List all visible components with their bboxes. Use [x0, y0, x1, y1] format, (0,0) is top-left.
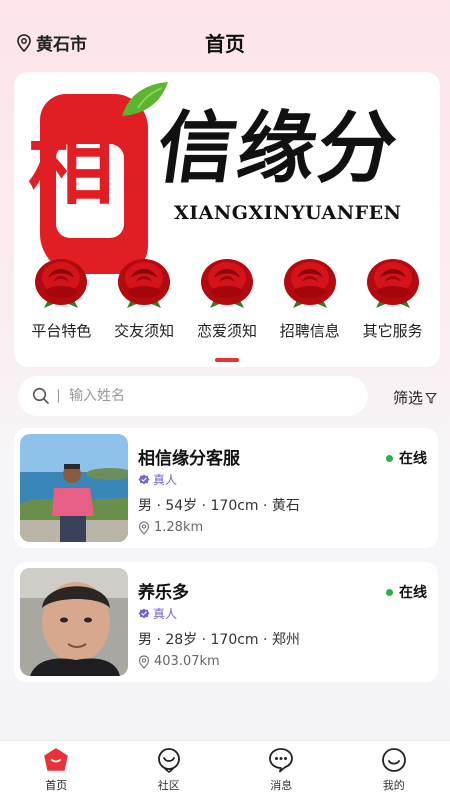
search-divider — [58, 389, 59, 403]
search-bar — [18, 376, 368, 416]
tab-profile[interactable]: 我的 — [338, 741, 450, 800]
page-title: 首页 — [205, 32, 245, 56]
status-label: 在线 — [399, 451, 427, 467]
user-card[interactable]: 相信缘分客服 真人 男 · 54岁 · 170cm · 黄石 1.28km 在线 — [14, 428, 438, 548]
menu-label: 平台特色 — [31, 322, 92, 340]
search-input[interactable] — [69, 388, 329, 404]
profile-icon — [381, 748, 406, 772]
feature-menu: 平台特色 交友须知 恋爱须知 招聘信息 其它服务 — [14, 252, 440, 341]
menu-item-love-notice[interactable]: 恋爱须知 — [187, 252, 267, 341]
tab-label: 我的 — [382, 779, 405, 792]
menu-label: 交友须知 — [114, 322, 175, 340]
brand-pinyin: XIANGXINYUANFEN — [174, 202, 402, 224]
menu-label: 恋爱须知 — [196, 322, 257, 340]
rose-icon — [35, 259, 88, 308]
menu-label: 招聘信息 — [279, 322, 340, 340]
user-details: 男 · 54岁 · 170cm · 黄石 — [138, 498, 300, 514]
verified-badge: 真人 — [138, 471, 177, 488]
distance-value: 403.07km — [154, 654, 220, 669]
verified-label: 真人 — [153, 473, 178, 487]
verified-badge: 真人 — [138, 605, 177, 622]
menu-item-platform-features[interactable]: 平台特色 — [21, 252, 101, 341]
page-indicator — [215, 358, 239, 362]
location-pin-icon — [138, 654, 150, 669]
menu-item-other-services[interactable]: 其它服务 — [353, 252, 433, 341]
online-dot — [386, 454, 393, 462]
user-name: 养乐多 — [138, 583, 189, 603]
community-icon — [157, 748, 180, 773]
menu-item-recruitment[interactable]: 招聘信息 — [270, 252, 350, 341]
message-icon — [269, 748, 294, 773]
tab-label: 消息 — [270, 779, 293, 792]
tab-bar: 首页 社区 消息 我的 — [0, 740, 450, 800]
menu-label: 其它服务 — [362, 322, 423, 340]
online-dot — [386, 588, 393, 596]
user-details: 男 · 28岁 · 170cm · 郑州 — [138, 632, 300, 648]
user-photo-image — [20, 568, 128, 676]
tab-home[interactable]: 首页 — [0, 741, 113, 800]
filter-button[interactable]: 筛选 — [393, 387, 437, 408]
tab-messages[interactable]: 消息 — [225, 741, 338, 800]
tab-label: 社区 — [157, 779, 180, 792]
online-status: 在线 — [386, 448, 427, 468]
header: 黄石市 首页 — [0, 0, 450, 70]
user-card[interactable]: 养乐多 真人 男 · 28岁 · 170cm · 郑州 403.07km 在线 — [14, 562, 438, 682]
user-photo — [20, 568, 128, 676]
rose-icon — [283, 259, 336, 308]
user-distance: 403.07km — [138, 654, 220, 669]
tab-community[interactable]: 社区 — [113, 741, 226, 800]
user-photo — [20, 434, 128, 542]
banner-card: 相 信缘分 XIANGXINYUANFEN 平台特色 交友须知 恋爱须知 招聘信… — [14, 72, 440, 367]
verified-icon — [138, 608, 150, 618]
search-icon — [32, 387, 49, 404]
user-name: 相信缘分客服 — [138, 449, 240, 469]
home-icon — [44, 748, 68, 771]
brand-seal-char: 相 — [28, 116, 114, 217]
menu-item-dating-notice[interactable]: 交友须知 — [104, 252, 184, 341]
filter-label: 筛选 — [393, 389, 424, 407]
rose-icon — [200, 259, 253, 308]
user-distance: 1.28km — [138, 520, 203, 535]
status-label: 在线 — [399, 585, 427, 601]
verified-icon — [138, 474, 150, 484]
location-pin-icon — [138, 520, 150, 535]
brand-title: 信缘分 — [151, 103, 405, 194]
user-photo-image — [20, 434, 128, 542]
verified-label: 真人 — [153, 607, 178, 621]
distance-value: 1.28km — [154, 520, 204, 535]
filter-icon — [425, 392, 437, 404]
online-status: 在线 — [386, 582, 427, 602]
rose-icon — [118, 259, 171, 308]
tab-label: 首页 — [45, 779, 68, 792]
rose-icon — [366, 259, 419, 308]
